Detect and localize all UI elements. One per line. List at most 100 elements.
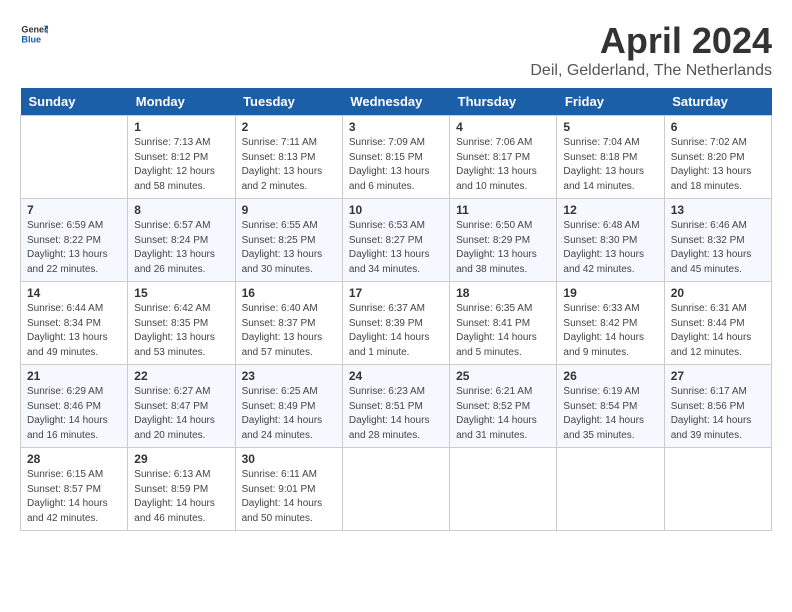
day-number: 21 — [27, 369, 121, 383]
cell-info: Sunrise: 7:11 AM Sunset: 8:13 PM Dayligh… — [242, 136, 336, 194]
day-header-sunday: Sunday — [21, 88, 128, 116]
day-number: 23 — [242, 369, 336, 383]
calendar-cell: 28 Sunrise: 6:15 AM Sunset: 8:57 PM Dayli… — [21, 448, 128, 531]
day-number: 20 — [671, 286, 765, 300]
calendar-cell: 4 Sunrise: 7:06 AM Sunset: 8:17 PM Daylig… — [450, 116, 557, 199]
calendar-cell: 25 Sunrise: 6:21 AM Sunset: 8:52 PM Dayli… — [450, 365, 557, 448]
calendar-cell: 27Sunrise: 6:17 AM Sunset: 8:56 PM Dayli… — [664, 365, 771, 448]
calendar-cell: 5Sunrise: 7:04 AM Sunset: 8:18 PM Daylig… — [557, 116, 664, 199]
week-row-1: 1Sunrise: 7:13 AM Sunset: 8:12 PM Daylig… — [21, 116, 772, 199]
day-number: 1 — [134, 120, 228, 134]
cell-info: Sunrise: 6:57 AM Sunset: 8:24 PM Dayligh… — [134, 219, 228, 277]
calendar-cell: 29 Sunrise: 6:13 AM Sunset: 8:59 PM Dayli… — [128, 448, 235, 531]
cell-info: Sunrise: 6:48 AM Sunset: 8:30 PM Dayligh… — [563, 219, 657, 277]
calendar-cell: 19 Sunrise: 6:33 AM Sunset: 8:42 PM Dayli… — [557, 282, 664, 365]
calendar-cell: 12 Sunrise: 6:48 AM Sunset: 8:30 PM Dayli… — [557, 199, 664, 282]
calendar-cell: 10 Sunrise: 6:53 AM Sunset: 8:27 PM Dayli… — [342, 199, 449, 282]
calendar-cell: 22 Sunrise: 6:27 AM Sunset: 8:47 PM Dayli… — [128, 365, 235, 448]
cell-info: Sunrise: 6:35 AM Sunset: 8:41 PM Dayligh… — [456, 302, 550, 360]
calendar-cell: 21 Sunrise: 6:29 AM Sunset: 8:46 PM Dayli… — [21, 365, 128, 448]
day-number: 24 — [349, 369, 443, 383]
calendar-cell: 6Sunrise: 7:02 AM Sunset: 8:20 PM Daylig… — [664, 116, 771, 199]
day-number: 7 — [27, 203, 121, 217]
cell-info: Sunrise: 6:15 AM Sunset: 8:57 PM Dayligh… — [27, 468, 121, 526]
cell-info: Sunrise: 6:50 AM Sunset: 8:29 PM Dayligh… — [456, 219, 550, 277]
days-header-row: SundayMondayTuesdayWednesdayThursdayFrid… — [21, 88, 772, 116]
calendar-cell: 18Sunrise: 6:35 AM Sunset: 8:41 PM Dayli… — [450, 282, 557, 365]
calendar-cell — [664, 448, 771, 531]
week-row-4: 21 Sunrise: 6:29 AM Sunset: 8:46 PM Dayli… — [21, 365, 772, 448]
calendar-cell: 3 Sunrise: 7:09 AM Sunset: 8:15 PM Daylig… — [342, 116, 449, 199]
cell-info: Sunrise: 6:11 AM Sunset: 9:01 PM Dayligh… — [242, 468, 336, 526]
week-row-5: 28 Sunrise: 6:15 AM Sunset: 8:57 PM Dayli… — [21, 448, 772, 531]
calendar-cell: 23 Sunrise: 6:25 AM Sunset: 8:49 PM Dayli… — [235, 365, 342, 448]
cell-info: Sunrise: 6:59 AM Sunset: 8:22 PM Dayligh… — [27, 219, 121, 277]
calendar-cell: 14Sunrise: 6:44 AM Sunset: 8:34 PM Dayli… — [21, 282, 128, 365]
cell-info: Sunrise: 6:29 AM Sunset: 8:46 PM Dayligh… — [27, 385, 121, 443]
cell-info: Sunrise: 6:37 AM Sunset: 8:39 PM Dayligh… — [349, 302, 443, 360]
cell-info: Sunrise: 6:33 AM Sunset: 8:42 PM Dayligh… — [563, 302, 657, 360]
day-number: 15 — [134, 286, 228, 300]
page-header: General Blue April 2024 Deil, Gelderland… — [20, 20, 772, 80]
cell-info: Sunrise: 6:42 AM Sunset: 8:35 PM Dayligh… — [134, 302, 228, 360]
calendar-cell — [342, 448, 449, 531]
cell-info: Sunrise: 7:09 AM Sunset: 8:15 PM Dayligh… — [349, 136, 443, 194]
calendar-cell: 17 Sunrise: 6:37 AM Sunset: 8:39 PM Dayli… — [342, 282, 449, 365]
svg-text:General: General — [21, 25, 48, 35]
calendar-cell: 20Sunrise: 6:31 AM Sunset: 8:44 PM Dayli… — [664, 282, 771, 365]
cell-info: Sunrise: 6:53 AM Sunset: 8:27 PM Dayligh… — [349, 219, 443, 277]
calendar-cell — [450, 448, 557, 531]
calendar-cell — [21, 116, 128, 199]
day-header-tuesday: Tuesday — [235, 88, 342, 116]
cell-info: Sunrise: 6:21 AM Sunset: 8:52 PM Dayligh… — [456, 385, 550, 443]
day-header-wednesday: Wednesday — [342, 88, 449, 116]
day-number: 17 — [349, 286, 443, 300]
day-number: 19 — [563, 286, 657, 300]
calendar-cell: 11 Sunrise: 6:50 AM Sunset: 8:29 PM Dayli… — [450, 199, 557, 282]
cell-info: Sunrise: 6:13 AM Sunset: 8:59 PM Dayligh… — [134, 468, 228, 526]
day-number: 2 — [242, 120, 336, 134]
cell-info: Sunrise: 6:44 AM Sunset: 8:34 PM Dayligh… — [27, 302, 121, 360]
day-header-saturday: Saturday — [664, 88, 771, 116]
calendar-cell: 30 Sunrise: 6:11 AM Sunset: 9:01 PM Dayli… — [235, 448, 342, 531]
calendar-cell: 13Sunrise: 6:46 AM Sunset: 8:32 PM Dayli… — [664, 199, 771, 282]
day-number: 11 — [456, 203, 550, 217]
month-title: April 2024 — [530, 20, 772, 62]
day-number: 28 — [27, 452, 121, 466]
calendar-cell: 16 Sunrise: 6:40 AM Sunset: 8:37 PM Dayli… — [235, 282, 342, 365]
week-row-3: 14Sunrise: 6:44 AM Sunset: 8:34 PM Dayli… — [21, 282, 772, 365]
day-number: 10 — [349, 203, 443, 217]
logo: General Blue — [20, 20, 48, 48]
calendar-cell: 2 Sunrise: 7:11 AM Sunset: 8:13 PM Daylig… — [235, 116, 342, 199]
cell-info: Sunrise: 6:55 AM Sunset: 8:25 PM Dayligh… — [242, 219, 336, 277]
day-number: 4 — [456, 120, 550, 134]
day-header-thursday: Thursday — [450, 88, 557, 116]
cell-info: Sunrise: 6:27 AM Sunset: 8:47 PM Dayligh… — [134, 385, 228, 443]
day-number: 6 — [671, 120, 765, 134]
calendar-cell — [557, 448, 664, 531]
day-number: 3 — [349, 120, 443, 134]
cell-info: Sunrise: 6:23 AM Sunset: 8:51 PM Dayligh… — [349, 385, 443, 443]
calendar-table: SundayMondayTuesdayWednesdayThursdayFrid… — [20, 88, 772, 531]
day-number: 25 — [456, 369, 550, 383]
cell-info: Sunrise: 6:25 AM Sunset: 8:49 PM Dayligh… — [242, 385, 336, 443]
calendar-cell: 26Sunrise: 6:19 AM Sunset: 8:54 PM Dayli… — [557, 365, 664, 448]
day-header-monday: Monday — [128, 88, 235, 116]
logo-icon: General Blue — [20, 20, 48, 48]
cell-info: Sunrise: 6:40 AM Sunset: 8:37 PM Dayligh… — [242, 302, 336, 360]
day-number: 12 — [563, 203, 657, 217]
day-number: 9 — [242, 203, 336, 217]
cell-info: Sunrise: 7:06 AM Sunset: 8:17 PM Dayligh… — [456, 136, 550, 194]
calendar-cell: 8Sunrise: 6:57 AM Sunset: 8:24 PM Daylig… — [128, 199, 235, 282]
day-number: 29 — [134, 452, 228, 466]
day-number: 5 — [563, 120, 657, 134]
calendar-cell: 7 Sunrise: 6:59 AM Sunset: 8:22 PM Daylig… — [21, 199, 128, 282]
location-title: Deil, Gelderland, The Netherlands — [530, 62, 772, 80]
day-number: 30 — [242, 452, 336, 466]
week-row-2: 7 Sunrise: 6:59 AM Sunset: 8:22 PM Daylig… — [21, 199, 772, 282]
day-number: 26 — [563, 369, 657, 383]
day-number: 13 — [671, 203, 765, 217]
day-number: 16 — [242, 286, 336, 300]
day-number: 22 — [134, 369, 228, 383]
calendar-cell: 9 Sunrise: 6:55 AM Sunset: 8:25 PM Daylig… — [235, 199, 342, 282]
